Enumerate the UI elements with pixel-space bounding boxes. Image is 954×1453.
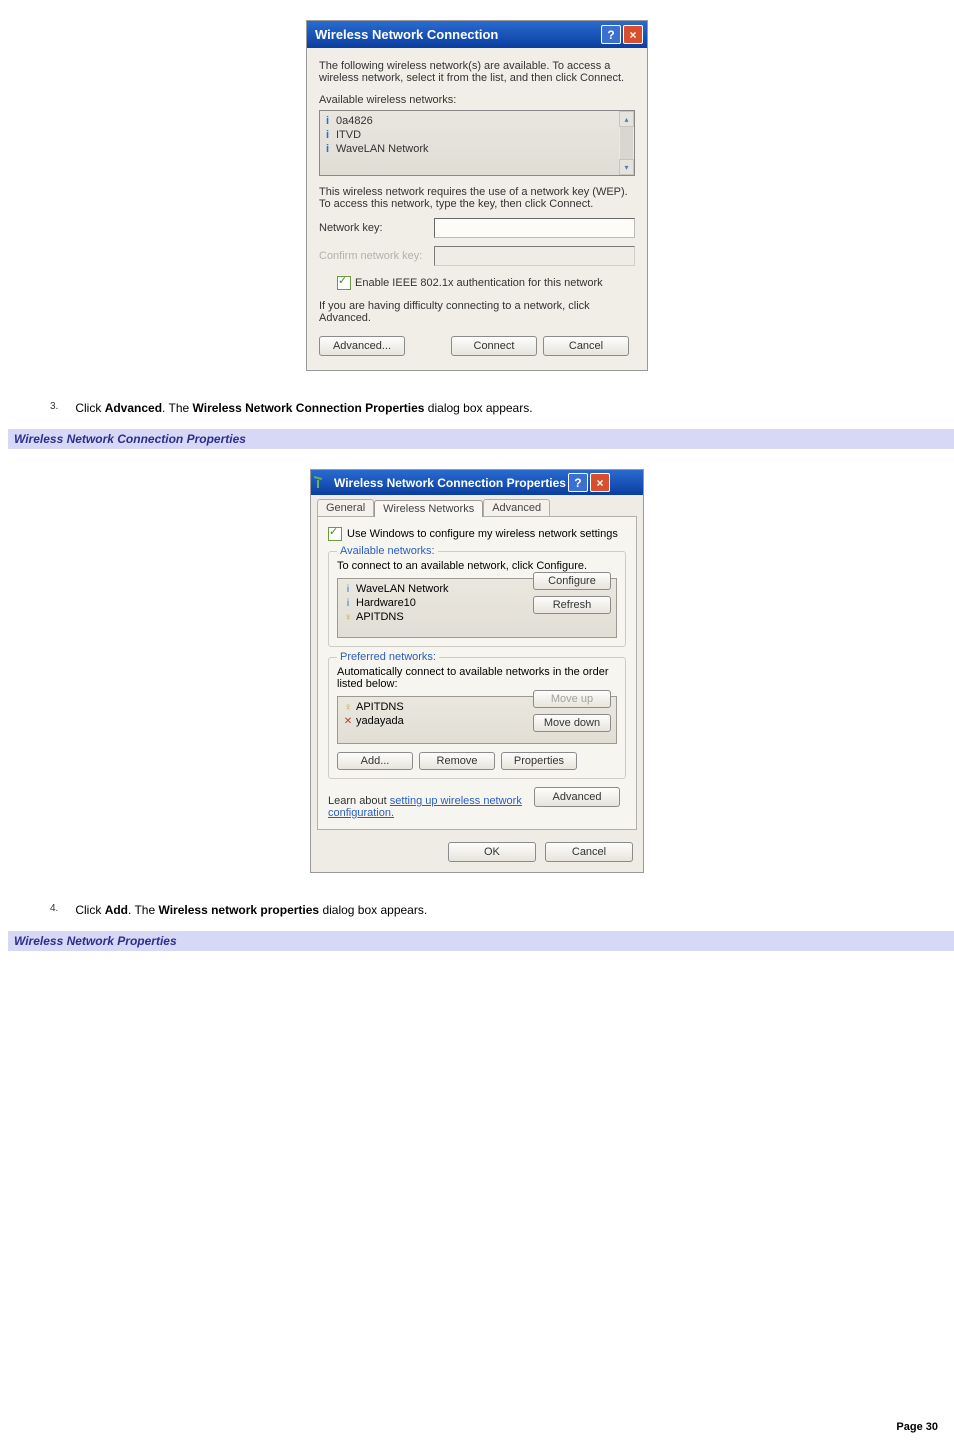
difficulty-text: If you are having difficulty connecting … [319, 300, 635, 324]
step-number: 4. [50, 903, 72, 914]
antenna-x-icon: ✕ [343, 716, 353, 727]
section-heading: Wireless Network Connection Properties [8, 429, 954, 449]
available-networks-group: Available networks: To connect to an ava… [328, 551, 626, 647]
help-icon[interactable]: ? [601, 25, 621, 44]
step-3: 3. Click Advanced. The Wireless Network … [50, 401, 944, 415]
preferred-networks-group: Preferred networks: Automatically connec… [328, 657, 626, 779]
antenna-icon: ♀ [343, 612, 353, 623]
section-heading: Wireless Network Properties [8, 931, 954, 951]
move-down-button[interactable]: Move down [533, 714, 611, 732]
use-windows-checkbox[interactable]: Use Windows to configure my wireless net… [328, 527, 626, 541]
advanced-button[interactable]: Advanced... [319, 336, 405, 356]
confirm-key-input [434, 246, 635, 266]
tab-general[interactable]: General [317, 499, 374, 516]
step-number: 3. [50, 401, 72, 412]
group-legend: Preferred networks: [337, 651, 439, 663]
signal-icon: i [343, 584, 353, 595]
refresh-button[interactable]: Refresh [533, 596, 611, 614]
advanced-button[interactable]: Advanced [534, 787, 620, 807]
signal-icon: i [343, 598, 353, 609]
tab-strip: General Wireless Networks Advanced [311, 495, 643, 516]
connect-button[interactable]: Connect [451, 336, 537, 356]
group-legend: Available networks: [337, 545, 438, 557]
ok-button[interactable]: OK [448, 842, 536, 862]
dialog2-titlebar: Wireless Network Connection Properties ?… [311, 470, 643, 495]
add-button[interactable]: Add... [337, 752, 413, 770]
scroll-down-icon[interactable]: ▾ [619, 159, 634, 175]
step-4: 4. Click Add. The Wireless network prope… [50, 903, 944, 917]
help-icon[interactable]: ? [568, 473, 588, 492]
cancel-button[interactable]: Cancel [543, 336, 629, 356]
scrollbar[interactable]: ▴ ▾ [619, 111, 634, 175]
close-icon[interactable]: × [623, 25, 643, 44]
cancel-button[interactable]: Cancel [545, 842, 633, 862]
scroll-up-icon[interactable]: ▴ [619, 111, 634, 127]
signal-icon: i [326, 143, 332, 155]
confirm-key-row: Confirm network key: [319, 246, 635, 266]
available-networks-list[interactable]: i0a4826 iITVD iWaveLAN Network ▴ ▾ [319, 110, 635, 176]
preferred-desc: Automatically connect to available netwo… [337, 666, 617, 690]
app-icon [317, 477, 329, 489]
close-icon[interactable]: × [590, 473, 610, 492]
available-label: Available wireless networks: [319, 94, 635, 106]
scroll-thumb[interactable] [620, 127, 633, 159]
list-item[interactable]: iWaveLAN Network [326, 142, 618, 156]
connection-properties-dialog: Wireless Network Connection Properties ?… [310, 469, 644, 873]
properties-button[interactable]: Properties [501, 752, 577, 770]
ieee-checkbox-row[interactable]: Enable IEEE 802.1x authentication for th… [319, 276, 635, 290]
network-key-input[interactable] [434, 218, 635, 238]
signal-icon: i [326, 129, 332, 141]
confirm-key-label: Confirm network key: [319, 250, 434, 262]
list-item[interactable]: iITVD [326, 128, 618, 142]
network-key-row: Network key: [319, 218, 635, 238]
configure-button[interactable]: Configure [533, 572, 611, 590]
page-number: Page 30 [10, 1421, 944, 1433]
wep-text: This wireless network requires the use o… [319, 186, 635, 210]
checkbox-icon[interactable] [328, 527, 342, 541]
intro-text: The following wireless network(s) are av… [319, 60, 635, 84]
ieee-label: Enable IEEE 802.1x authentication for th… [355, 277, 603, 289]
tab-advanced[interactable]: Advanced [483, 499, 550, 516]
network-key-label: Network key: [319, 222, 434, 234]
dialog-body: The following wireless network(s) are av… [307, 48, 647, 370]
remove-button[interactable]: Remove [419, 752, 495, 770]
checkbox-icon[interactable] [337, 276, 351, 290]
tab-wireless-networks[interactable]: Wireless Networks [374, 500, 483, 517]
wireless-connection-dialog: Wireless Network Connection ? × The foll… [306, 20, 648, 371]
list-item[interactable]: i0a4826 [326, 114, 618, 128]
available-desc: To connect to an available network, clic… [337, 560, 617, 572]
dialog-title: Wireless Network Connection [315, 27, 498, 42]
dialog2-title: Wireless Network Connection Properties [334, 476, 566, 490]
learn-text: Learn about setting up wireless network … [328, 795, 528, 819]
signal-icon: i [326, 115, 332, 127]
move-up-button[interactable]: Move up [533, 690, 611, 708]
antenna-icon: ♀ [343, 702, 353, 713]
dialog-titlebar: Wireless Network Connection ? × [307, 21, 647, 48]
tab-panel: Use Windows to configure my wireless net… [317, 516, 637, 830]
